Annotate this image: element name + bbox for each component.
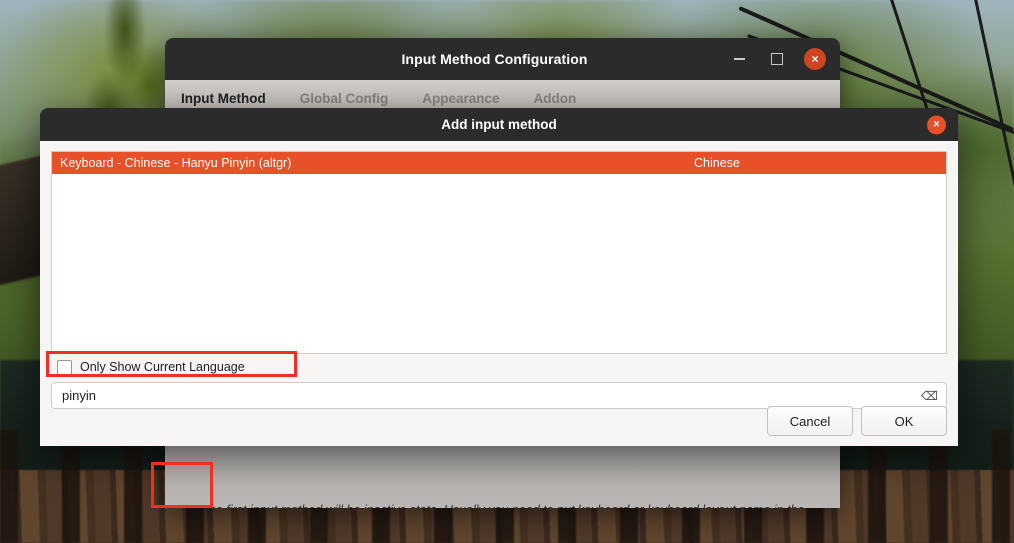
search-field-row[interactable]: ⌫ — [51, 382, 947, 409]
page-title: Input Method Configuration — [401, 51, 588, 67]
close-icon[interactable]: × — [804, 48, 826, 70]
dialog-titlebar[interactable]: Add input method × — [40, 108, 958, 141]
add-input-method-dialog[interactable]: Add input method × Keyboard - Chinese - … — [40, 108, 958, 446]
clear-search-icon[interactable]: ⌫ — [921, 390, 938, 402]
minimize-icon[interactable] — [728, 48, 750, 70]
dialog-close-icon[interactable]: × — [927, 115, 946, 134]
dialog-body: Keyboard - Chinese - Hanyu Pinyin (altgr… — [40, 141, 958, 446]
only-show-current-language-checkbox[interactable] — [57, 359, 72, 375]
cancel-button[interactable]: Cancel — [767, 406, 853, 436]
only-show-current-language-label: Only Show Current Language — [80, 360, 245, 374]
list-item-name: Keyboard - Chinese - Hanyu Pinyin (altgr… — [60, 156, 292, 170]
hint-banner: ★ The first input method will be inactiv… — [179, 501, 826, 509]
dialog-button-row[interactable]: Cancel OK — [767, 406, 947, 436]
star-icon: ★ — [179, 503, 193, 509]
maximize-icon[interactable] — [766, 48, 788, 70]
only-show-current-language-row[interactable]: Only Show Current Language — [51, 354, 947, 380]
ok-button[interactable]: OK — [861, 406, 947, 436]
list-item[interactable]: Keyboard - Chinese - Hanyu Pinyin (altgr… — [52, 152, 946, 174]
list-item-language: Chinese — [694, 156, 740, 170]
input-method-list[interactable]: Keyboard - Chinese - Hanyu Pinyin (altgr… — [51, 151, 947, 354]
window-controls: × — [728, 48, 840, 70]
dialog-title: Add input method — [441, 117, 557, 132]
hint-text: The first input method will be inactive … — [201, 501, 826, 508]
search-input[interactable] — [60, 387, 922, 404]
main-window-titlebar[interactable]: Input Method Configuration × — [165, 38, 840, 80]
